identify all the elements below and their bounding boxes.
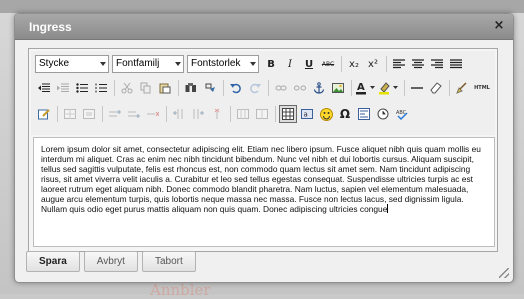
indent-icon[interactable] bbox=[54, 79, 72, 97]
insert-row-before-icon[interactable] bbox=[106, 105, 124, 123]
copy-icon[interactable] bbox=[137, 79, 155, 97]
cut-icon[interactable] bbox=[118, 79, 136, 97]
split-cells-icon[interactable] bbox=[253, 105, 271, 123]
toolbar-separator bbox=[230, 106, 231, 122]
toolbar-row-1: Stycke Fontfamilj Fontstorlek B I U ABC … bbox=[35, 53, 466, 75]
toolbar-separator bbox=[341, 56, 342, 72]
toolbar-separator bbox=[268, 80, 269, 96]
bold-icon[interactable]: B bbox=[262, 55, 280, 73]
subscript-icon[interactable]: x₂ bbox=[345, 55, 363, 73]
align-left-icon[interactable] bbox=[390, 55, 408, 73]
ingress-dialog: Ingress × Stycke Fontfamilj Fontstorlek … bbox=[14, 13, 514, 283]
visual-aid-icon[interactable] bbox=[279, 105, 297, 123]
background-heading: Annbler bbox=[150, 281, 211, 299]
font-family-value: Fontfamilj bbox=[116, 58, 160, 69]
superscript-icon[interactable]: x² bbox=[364, 55, 382, 73]
editor-content-area[interactable]: Lorem ipsum dolor sit amet, consectetur … bbox=[33, 137, 495, 247]
font-family-select[interactable]: Fontfamilj bbox=[112, 55, 184, 73]
image-icon[interactable] bbox=[329, 79, 347, 97]
background-header bbox=[0, 0, 524, 13]
save-button[interactable]: Spara bbox=[26, 251, 80, 272]
redo-icon[interactable] bbox=[246, 79, 264, 97]
highlight-icon[interactable] bbox=[378, 79, 400, 97]
align-justify-icon[interactable] bbox=[447, 55, 465, 73]
dialog-title: Ingress bbox=[29, 20, 72, 34]
align-center-icon[interactable] bbox=[409, 55, 427, 73]
table-cell-icon[interactable] bbox=[80, 105, 98, 123]
toolbar-separator bbox=[102, 106, 103, 122]
paragraph-style-value: Stycke bbox=[39, 58, 70, 69]
template-icon[interactable]: a bbox=[298, 105, 316, 123]
delete-col-icon[interactable] bbox=[208, 105, 226, 123]
toolbar-separator bbox=[178, 80, 179, 96]
undo-icon[interactable] bbox=[227, 79, 245, 97]
horizontal-rule-icon[interactable] bbox=[408, 79, 426, 97]
insert-col-after-icon[interactable] bbox=[189, 105, 207, 123]
toolbar-row-3: a Ω ABC bbox=[35, 103, 412, 125]
dialog-titlebar[interactable]: Ingress × bbox=[15, 14, 513, 40]
rich-text-editor: Stycke Fontfamilj Fontstorlek B I U ABC … bbox=[28, 48, 498, 252]
toolbar-separator bbox=[386, 56, 387, 72]
dialog-button-row: Spara Avbryt Tabort bbox=[26, 251, 200, 272]
toolbar-row-2: A HTML bbox=[35, 77, 493, 99]
date-icon[interactable] bbox=[374, 105, 392, 123]
svg-text:A: A bbox=[357, 82, 365, 93]
cancel-button[interactable]: Avbryt bbox=[83, 251, 138, 272]
special-char-icon[interactable]: Ω bbox=[336, 105, 354, 123]
italic-icon[interactable]: I bbox=[281, 55, 299, 73]
close-icon[interactable]: × bbox=[491, 18, 507, 34]
outdent-icon[interactable] bbox=[35, 79, 53, 97]
chevron-down-icon bbox=[100, 62, 106, 66]
underline-icon[interactable]: U bbox=[300, 55, 318, 73]
text-color-icon[interactable]: A bbox=[355, 79, 377, 97]
replace-icon[interactable] bbox=[201, 79, 219, 97]
svg-text:a: a bbox=[304, 111, 308, 119]
toolbar-separator bbox=[57, 106, 58, 122]
editor-text: Lorem ipsum dolor sit amet, consectetur … bbox=[41, 144, 481, 214]
unlink-icon[interactable] bbox=[291, 79, 309, 97]
merge-cells-icon[interactable] bbox=[234, 105, 252, 123]
strikethrough-icon[interactable]: ABC bbox=[319, 55, 337, 73]
toolbar-separator bbox=[275, 106, 276, 122]
insert-row-after-icon[interactable] bbox=[125, 105, 143, 123]
align-right-icon[interactable] bbox=[428, 55, 446, 73]
link-icon[interactable] bbox=[272, 79, 290, 97]
find-icon[interactable] bbox=[182, 79, 200, 97]
delete-row-icon[interactable] bbox=[144, 105, 162, 123]
remove-format-icon[interactable] bbox=[427, 79, 445, 97]
spellcheck-icon[interactable]: ABC bbox=[393, 105, 411, 123]
chevron-down-icon bbox=[250, 62, 256, 66]
toolbar-separator bbox=[351, 80, 352, 96]
toolbar-separator bbox=[166, 106, 167, 122]
numbered-list-icon[interactable] bbox=[92, 79, 110, 97]
html-icon[interactable]: HTML bbox=[472, 79, 492, 97]
insert-col-before-icon[interactable] bbox=[170, 105, 188, 123]
chevron-down-icon bbox=[175, 62, 181, 66]
toolbar-separator bbox=[223, 80, 224, 96]
emoticon-icon[interactable] bbox=[317, 105, 335, 123]
bullet-list-icon[interactable] bbox=[73, 79, 91, 97]
text-cursor bbox=[387, 204, 389, 213]
edit-icon[interactable] bbox=[35, 105, 53, 123]
toolbar-separator bbox=[404, 80, 405, 96]
toolbar-separator bbox=[114, 80, 115, 96]
media-icon[interactable] bbox=[355, 105, 373, 123]
resize-handle-icon[interactable] bbox=[499, 268, 509, 278]
toolbar-separator bbox=[449, 80, 450, 96]
editor-toolbar: Stycke Fontfamilj Fontstorlek B I U ABC … bbox=[31, 51, 495, 135]
paragraph-style-select[interactable]: Stycke bbox=[35, 55, 109, 73]
remove-button[interactable]: Tabort bbox=[141, 251, 196, 272]
table-row-icon[interactable] bbox=[61, 105, 79, 123]
cleanup-icon[interactable] bbox=[453, 79, 471, 97]
paste-icon[interactable] bbox=[156, 79, 174, 97]
anchor-icon[interactable] bbox=[310, 79, 328, 97]
font-size-value: Fontstorlek bbox=[191, 58, 241, 69]
font-size-select[interactable]: Fontstorlek bbox=[187, 55, 259, 73]
